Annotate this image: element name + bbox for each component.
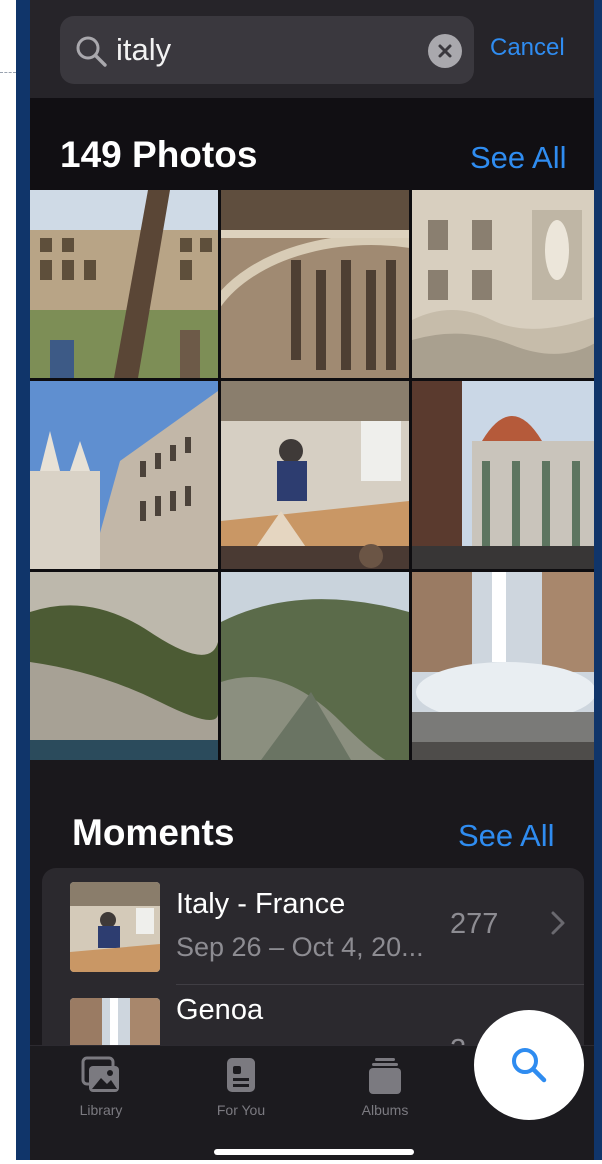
left-margin (0, 0, 16, 1164)
dashed-guide-line (0, 72, 16, 73)
photos-section-header: 149 Photos See All (30, 98, 594, 190)
tab-library[interactable]: Library (46, 1056, 156, 1126)
photos-see-all-button[interactable]: See All (470, 140, 567, 176)
moments-see-all-button[interactable]: See All (458, 818, 555, 854)
moment-title: Genoa (176, 994, 264, 1026)
albums-icon (369, 1058, 401, 1094)
clear-search-button[interactable] (428, 34, 462, 68)
tab-label: Albums (361, 1102, 409, 1118)
tab-albums[interactable]: Albums (330, 1056, 440, 1126)
photo-tile-mountain-coast[interactable] (221, 572, 409, 760)
search-icon (76, 36, 107, 67)
photo-grid (30, 190, 594, 760)
search-field[interactable] (60, 16, 474, 84)
photo-tile-florence-duomo[interactable] (412, 381, 594, 569)
photo-tile-colosseum-exterior[interactable] (30, 190, 218, 378)
tab-search[interactable] (474, 1010, 584, 1120)
moment-row-italy-france[interactable]: Italy - France Sep 26 – Oct 4, 20... 277 (42, 868, 584, 982)
for-you-icon (227, 1058, 255, 1092)
moment-date-range: Sep 26 – Oct 4, 20... (176, 932, 424, 962)
home-indicator (214, 1149, 414, 1155)
tab-for-you[interactable]: For You (186, 1056, 296, 1126)
clear-icon (438, 44, 452, 58)
photo-tile-coastal-cliff[interactable] (30, 572, 218, 760)
moments-title: Moments (72, 812, 235, 853)
photo-tile-venice-palace[interactable] (30, 381, 218, 569)
search-icon (512, 1048, 547, 1083)
moment-title: Italy - France (176, 888, 346, 920)
photo-library-icon (81, 1056, 119, 1092)
right-blue-border (594, 0, 602, 1164)
moments-section: Moments See All Italy - France Sep 26 – … (30, 760, 594, 1088)
photo-tile-glass-workshop[interactable] (221, 381, 409, 569)
cancel-button[interactable]: Cancel (490, 34, 565, 62)
tab-label: Library (79, 1102, 123, 1118)
bottom-margin (16, 1160, 602, 1164)
photos-count-title: 149 Photos (60, 134, 258, 175)
moment-photo-count: 277 (450, 908, 499, 940)
chevron-right-icon (551, 911, 565, 935)
photo-tile-city-fountain[interactable] (412, 572, 594, 760)
search-header: Cancel (30, 0, 594, 98)
phone-screen: Cancel 149 Photos See All (30, 0, 594, 1160)
left-blue-border (16, 0, 30, 1164)
photo-tile-colosseum-arena[interactable] (221, 190, 409, 378)
tab-label: For You (216, 1102, 266, 1118)
search-input[interactable] (116, 28, 416, 72)
photo-tile-trevi-fountain[interactable] (412, 190, 594, 378)
moment-thumbnail (70, 882, 160, 972)
